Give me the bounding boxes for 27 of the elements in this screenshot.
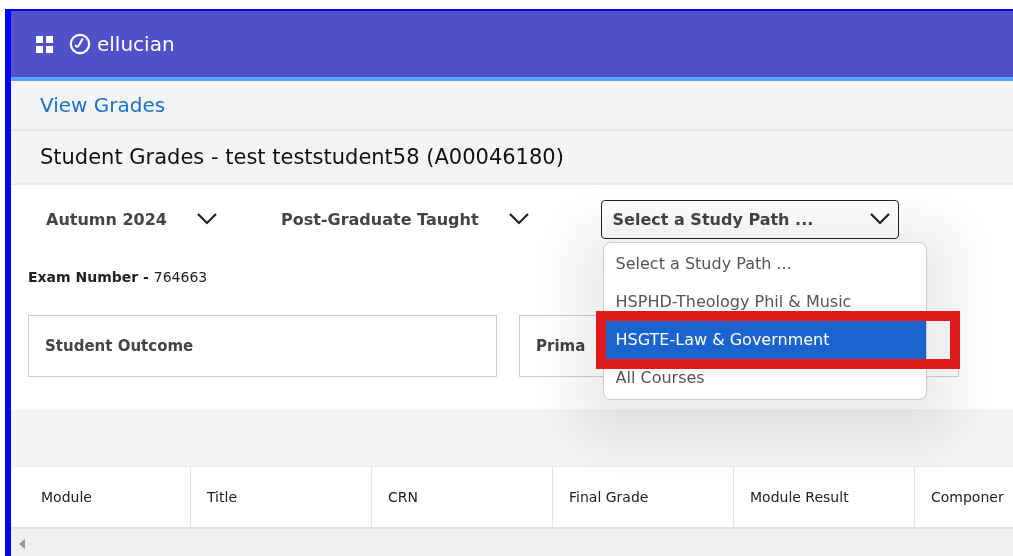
chevron-icon [869, 213, 890, 225]
term-select[interactable]: Post-Graduate Taught [263, 199, 547, 239]
scroll-left-icon[interactable] [19, 539, 25, 549]
column-header[interactable]: Module Result [734, 467, 915, 527]
dropdown-option[interactable]: Select a Study Path ... [603, 244, 926, 283]
column-header[interactable]: Componer [915, 467, 1013, 527]
card-title: Student Outcome [45, 337, 194, 355]
column-header[interactable]: CRN [372, 467, 553, 527]
exam-number-value: 764663 [153, 269, 208, 285]
study-path-select[interactable]: Select a Study Path ... [600, 199, 899, 239]
breadcrumb-link[interactable]: View Grades [40, 93, 166, 117]
card-title: Prima [536, 337, 586, 355]
dropdown-option[interactable]: HSPHD-Theology Phil & Music [603, 282, 926, 321]
chevron-icon [197, 213, 217, 225]
term-select[interactable]: Autumn 2024 [28, 199, 235, 239]
logo-icon [69, 33, 91, 55]
horizontal-scrollbar[interactable] [11, 529, 1013, 556]
menu-icon[interactable] [36, 35, 53, 53]
column-header[interactable]: Title [191, 467, 372, 527]
page-title: Student Grades - test teststudent58 (A00046180) [40, 145, 564, 169]
column-header[interactable]: Final Grade [553, 467, 734, 527]
dropdown-option[interactable]: HSGTE-Law & Government [603, 320, 926, 359]
column-header[interactable]: Module [11, 467, 191, 527]
exam-number-label: Exam Number - [28, 269, 150, 285]
dropdown-option[interactable]: All Courses [603, 358, 926, 397]
chevron-icon [508, 213, 529, 225]
brand-name: ellucian [97, 32, 175, 56]
